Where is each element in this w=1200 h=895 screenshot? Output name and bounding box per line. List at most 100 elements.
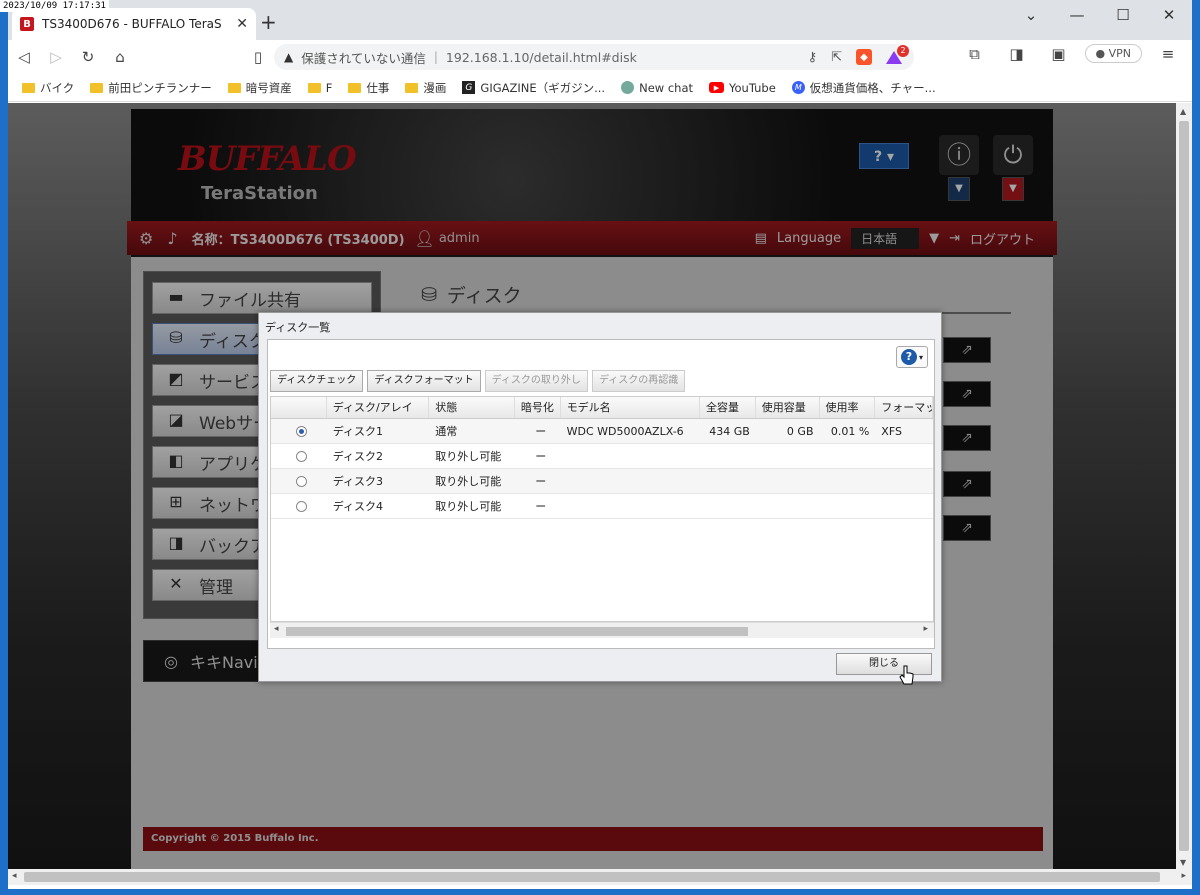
column-header[interactable]: フォーマット: [875, 397, 933, 418]
row-radio-cell[interactable]: [271, 444, 327, 468]
bookmark-item[interactable]: F: [307, 81, 332, 95]
bookmark-item[interactable]: 漫画: [405, 80, 446, 96]
rate-cell: [820, 444, 876, 468]
model-cell: [561, 469, 700, 493]
row-radio-cell[interactable]: [271, 469, 327, 493]
bookmark-item[interactable]: 暗号資産: [227, 80, 292, 96]
scroll-up-icon[interactable]: ▲: [1180, 107, 1186, 116]
page-horizontal-scrollbar[interactable]: ◂ ▸: [8, 869, 1192, 885]
scroll-left-icon[interactable]: ◂: [12, 871, 17, 881]
vpn-label: VPN: [1108, 47, 1131, 60]
buffalo-favicon-icon: B: [20, 17, 34, 31]
brave-rewards-icon[interactable]: 2: [886, 45, 909, 65]
bookmark-item[interactable]: G GIGAZINE（ギガジン...: [462, 80, 605, 96]
bookmark-item[interactable]: ▶ YouTube: [709, 81, 776, 95]
column-header[interactable]: 状態: [429, 397, 515, 418]
total-cell: [700, 494, 756, 518]
window-controls: ⌄ — ☐ ✕: [1008, 4, 1192, 26]
column-header[interactable]: [271, 397, 327, 418]
scroll-left-icon[interactable]: ◂: [274, 624, 279, 634]
url-text[interactable]: 192.168.1.10/detail.html#disk: [446, 50, 637, 65]
vpn-button[interactable]: ● VPN: [1084, 44, 1142, 63]
table-header: ディスク/アレイ 状態 暗号化 モデル名 全容量 使用容量 使用率 フォーマット: [271, 397, 933, 419]
share-icon[interactable]: ⇱: [831, 50, 842, 65]
bookmark-item[interactable]: 前田ピンチランナー: [90, 80, 212, 96]
column-header[interactable]: ディスク/アレイ: [327, 397, 430, 418]
bookmark-item[interactable]: New chat: [621, 81, 693, 95]
extensions-icon[interactable]: ⧉: [959, 45, 991, 63]
column-header[interactable]: 暗号化: [515, 397, 561, 418]
chatgpt-icon: [621, 81, 635, 94]
warning-icon[interactable]: ▲: [284, 50, 293, 64]
page-scroll-thumb[interactable]: [1179, 121, 1189, 851]
status-cell: 取り外し可能: [435, 475, 502, 488]
tab-strip: B TS3400D676 - BUFFALO TeraStat ✕ + ⌄ — …: [8, 0, 1192, 40]
column-header[interactable]: モデル名: [561, 397, 701, 418]
table-row[interactable]: ディスク1 通常 ー WDC WD5000AZLX-6 434 GB 0 GB …: [271, 419, 933, 444]
tab-close-icon[interactable]: ✕: [236, 16, 248, 32]
browser-window: B TS3400D676 - BUFFALO TeraStat ✕ + ⌄ — …: [8, 0, 1192, 889]
scroll-right-icon[interactable]: ▸: [923, 624, 928, 634]
page-vertical-scrollbar[interactable]: ▲ ▼: [1176, 103, 1192, 869]
radio-button[interactable]: [296, 426, 308, 437]
bookmark-item[interactable]: M 仮想通貨価格、チャー...: [791, 80, 936, 96]
gigazine-icon: G: [462, 81, 476, 94]
bookmark-label: 暗号資産: [245, 80, 292, 95]
bookmark-label: 仮想通貨価格、チャー...: [809, 80, 936, 95]
bookmark-icon[interactable]: ▯: [242, 48, 274, 66]
menu-icon[interactable]: ≡: [1152, 45, 1184, 63]
radio-button[interactable]: [296, 451, 308, 462]
row-radio-cell[interactable]: [271, 419, 327, 443]
bookmarks-bar: バイク 前田ピンチランナー 暗号資産 F 仕事 漫画 G GIGAZINE（ギガジ…: [8, 74, 1192, 102]
coinmarketcap-icon: M: [791, 81, 805, 94]
maximize-button[interactable]: ☐: [1100, 4, 1146, 26]
browser-tab[interactable]: B TS3400D676 - BUFFALO TeraStat ✕: [12, 8, 256, 40]
key-icon[interactable]: ⚷: [808, 50, 818, 65]
folder-icon: [405, 82, 419, 93]
column-header[interactable]: 使用率: [820, 397, 876, 418]
disk-rescan-button[interactable]: ディスクの再認識: [591, 370, 686, 392]
brave-shield-icon[interactable]: ◆: [856, 49, 872, 65]
bookmark-item[interactable]: バイク: [22, 80, 74, 96]
format-cell: [875, 469, 933, 493]
status-cell: 取り外し可能: [435, 450, 502, 463]
bookmark-label: New chat: [639, 80, 693, 95]
address-bar[interactable]: ▲ 保護されていない通信 | 192.168.1.10/detail.html#…: [274, 44, 914, 70]
table-row[interactable]: ディスク4 取り外し可能 ー: [271, 494, 933, 519]
tab-search-icon[interactable]: ⌄: [1008, 4, 1054, 26]
column-header[interactable]: 全容量: [700, 397, 756, 418]
bookmark-item[interactable]: 仕事: [348, 80, 389, 96]
home-icon[interactable]: ⌂: [104, 48, 136, 66]
used-cell: [756, 444, 820, 468]
folder-icon: [90, 82, 104, 93]
scroll-right-icon[interactable]: ▸: [1181, 871, 1186, 881]
row-radio-cell[interactable]: [271, 494, 327, 518]
new-tab-button[interactable]: +: [260, 12, 277, 32]
sidebar-icon[interactable]: ◨: [1001, 45, 1033, 63]
dialog-close-button[interactable]: 閉じる: [836, 653, 932, 675]
table-horizontal-scrollbar[interactable]: ◂ ▸: [270, 622, 934, 638]
rate-cell: [820, 469, 876, 493]
disk-check-button[interactable]: ディスクチェック: [270, 370, 364, 392]
back-icon[interactable]: ◁: [8, 48, 40, 66]
table-row[interactable]: ディスク3 取り外し可能 ー: [271, 469, 933, 494]
folder-icon: [348, 82, 362, 93]
radio-button[interactable]: [296, 476, 308, 487]
column-header[interactable]: 使用容量: [756, 397, 820, 418]
dialog-help-button[interactable]: ? ▾: [896, 346, 928, 368]
minimize-button[interactable]: —: [1054, 4, 1100, 26]
security-label: 保護されていない通信: [301, 50, 426, 66]
reload-icon[interactable]: ↻: [72, 48, 104, 66]
forward-icon[interactable]: ▷: [40, 48, 72, 66]
scroll-down-icon[interactable]: ▼: [1180, 858, 1186, 867]
wallet-icon[interactable]: ▣: [1043, 45, 1075, 63]
close-window-button[interactable]: ✕: [1146, 4, 1192, 26]
disk-remove-button[interactable]: ディスクの取り外し: [484, 370, 588, 392]
table-row[interactable]: ディスク2 取り外し可能 ー: [271, 444, 933, 469]
disk-format-button[interactable]: ディスクフォーマット: [367, 370, 481, 392]
page-hscroll-thumb[interactable]: [24, 872, 1160, 882]
disk-cell: ディスク2: [332, 450, 383, 463]
folder-icon: [22, 82, 35, 93]
table-scroll-thumb[interactable]: [286, 627, 748, 636]
radio-button[interactable]: [296, 501, 308, 512]
